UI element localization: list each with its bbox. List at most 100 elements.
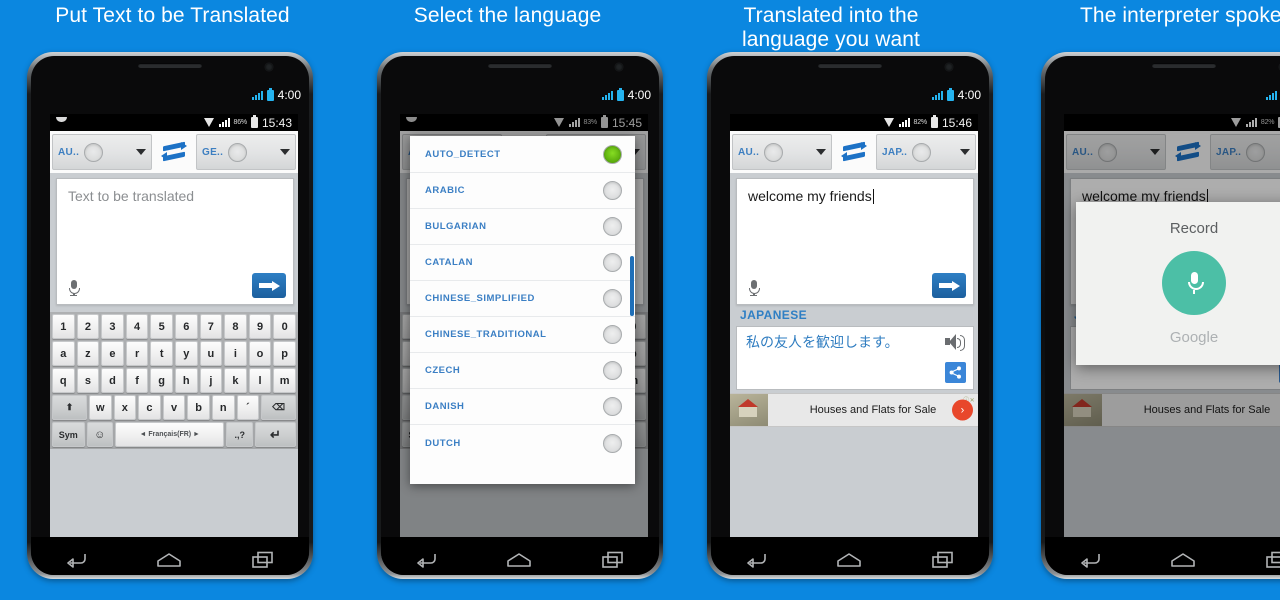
- key-d[interactable]: d: [101, 368, 124, 393]
- key-2[interactable]: 2: [76, 314, 100, 339]
- ad-cta-button[interactable]: ›: [952, 399, 973, 421]
- home-icon[interactable]: [156, 552, 182, 568]
- microphone-icon[interactable]: [69, 280, 80, 296]
- ad-banner[interactable]: Houses and Flats for Sale ⓘ✕ ›: [730, 393, 978, 427]
- back-icon[interactable]: [415, 551, 437, 569]
- key-0[interactable]: 0: [273, 314, 296, 339]
- key-1[interactable]: 1: [52, 314, 75, 339]
- key-5[interactable]: 5: [150, 314, 173, 339]
- key-4[interactable]: 4: [125, 314, 149, 339]
- list-item[interactable]: DANISH: [410, 389, 635, 425]
- key-w[interactable]: w: [88, 395, 112, 420]
- key-i[interactable]: i: [224, 341, 247, 366]
- key-space[interactable]: ◄ Français(FR) ►: [114, 422, 225, 447]
- dialog-scrollbar[interactable]: [630, 256, 634, 316]
- list-item[interactable]: ARABIC: [410, 173, 635, 209]
- source-language-radio[interactable]: [84, 142, 104, 162]
- list-item[interactable]: CHINESE_SIMPLIFIED: [410, 281, 635, 317]
- language-radio[interactable]: [603, 217, 622, 236]
- key-backspace[interactable]: ⌫: [261, 395, 297, 420]
- list-item[interactable]: BULGARIAN: [410, 209, 635, 245]
- target-language-radio[interactable]: [912, 142, 932, 162]
- key-h[interactable]: h: [174, 368, 198, 393]
- list-item[interactable]: DUTCH: [410, 425, 635, 461]
- language-radio[interactable]: [603, 325, 622, 344]
- key-u[interactable]: u: [199, 341, 223, 366]
- key-9[interactable]: 9: [248, 314, 272, 339]
- key-6[interactable]: 6: [174, 314, 198, 339]
- key-t[interactable]: t: [150, 341, 173, 366]
- key-q[interactable]: q: [52, 368, 75, 393]
- key-e[interactable]: e: [101, 341, 124, 366]
- key-7[interactable]: 7: [199, 314, 223, 339]
- key-n[interactable]: n: [211, 395, 235, 420]
- translate-go-button[interactable]: [932, 273, 966, 298]
- swap-languages-button[interactable]: [834, 131, 874, 173]
- key-c[interactable]: c: [138, 395, 161, 420]
- key-s[interactable]: s: [76, 368, 100, 393]
- key-y[interactable]: y: [174, 341, 198, 366]
- language-radio[interactable]: [603, 144, 622, 164]
- key-f[interactable]: f: [125, 368, 149, 393]
- recents-icon[interactable]: [601, 551, 625, 569]
- key-k[interactable]: k: [224, 368, 247, 393]
- target-language-radio[interactable]: [228, 142, 248, 162]
- record-mic-button[interactable]: [1162, 251, 1226, 315]
- source-text-card[interactable]: Text to be translated: [56, 178, 294, 305]
- list-item[interactable]: CZECH: [410, 353, 635, 389]
- language-radio[interactable]: [603, 361, 622, 380]
- key-m[interactable]: m: [273, 368, 296, 393]
- translate-go-button[interactable]: [252, 273, 286, 298]
- key-apostrophe[interactable]: ´: [236, 395, 260, 420]
- key-shift[interactable]: ⬆: [52, 395, 87, 420]
- back-icon[interactable]: [1079, 551, 1101, 569]
- key-r[interactable]: r: [125, 341, 149, 366]
- source-language-spinner[interactable]: AU..: [732, 134, 832, 170]
- key-enter[interactable]: ↵: [254, 422, 297, 447]
- home-icon[interactable]: [506, 552, 532, 568]
- source-language-spinner[interactable]: AU..: [52, 134, 152, 170]
- key-l[interactable]: l: [248, 368, 272, 393]
- key-v[interactable]: v: [162, 395, 186, 420]
- key-3[interactable]: 3: [101, 314, 124, 339]
- list-item[interactable]: CHINESE_TRADITIONAL: [410, 317, 635, 353]
- source-language-radio[interactable]: [764, 142, 784, 162]
- key-o[interactable]: o: [248, 341, 272, 366]
- language-radio[interactable]: [603, 433, 622, 453]
- key-symbols[interactable]: Sym: [52, 422, 85, 447]
- key-x[interactable]: x: [113, 395, 137, 420]
- list-item[interactable]: AUTO_DETECT: [410, 136, 635, 173]
- key-p[interactable]: p: [273, 341, 296, 366]
- share-button[interactable]: [945, 362, 966, 383]
- key-a[interactable]: a: [52, 341, 75, 366]
- target-language-spinner[interactable]: GE..: [196, 134, 296, 170]
- result-card[interactable]: 私の友人を歓迎します。: [736, 326, 974, 390]
- target-language-spinner[interactable]: JAP..: [876, 134, 976, 170]
- back-icon[interactable]: [745, 551, 767, 569]
- key-z[interactable]: z: [76, 341, 100, 366]
- language-radio[interactable]: [603, 181, 622, 200]
- home-icon[interactable]: [1170, 552, 1196, 568]
- key-8[interactable]: 8: [224, 314, 247, 339]
- speaker-icon[interactable]: [945, 334, 965, 351]
- home-icon[interactable]: [836, 552, 862, 568]
- record-dialog[interactable]: Record Google: [1076, 202, 1280, 365]
- language-radio[interactable]: [603, 397, 622, 416]
- back-icon[interactable]: [65, 551, 87, 569]
- list-item[interactable]: CATALAN: [410, 245, 635, 281]
- key-g[interactable]: g: [150, 368, 173, 393]
- key-j[interactable]: j: [199, 368, 223, 393]
- key-punctuation[interactable]: .,?: [226, 422, 253, 447]
- soft-keyboard[interactable]: 1 2 3 4 5 6 7 8 9 0 a z e r t y u i o p …: [50, 312, 298, 449]
- source-text-card[interactable]: welcome my friends: [736, 178, 974, 305]
- microphone-icon[interactable]: [749, 280, 760, 296]
- recents-icon[interactable]: [1265, 551, 1280, 569]
- swap-languages-button[interactable]: [154, 131, 194, 173]
- language-radio[interactable]: [603, 253, 622, 272]
- recents-icon[interactable]: [251, 551, 275, 569]
- key-emoji[interactable]: ☺: [86, 422, 113, 447]
- key-b[interactable]: b: [187, 395, 210, 420]
- language-list-dialog[interactable]: AUTO_DETECT ARABIC BULGARIAN CATALAN CHI…: [410, 136, 635, 484]
- language-radio[interactable]: [603, 289, 622, 308]
- recents-icon[interactable]: [931, 551, 955, 569]
